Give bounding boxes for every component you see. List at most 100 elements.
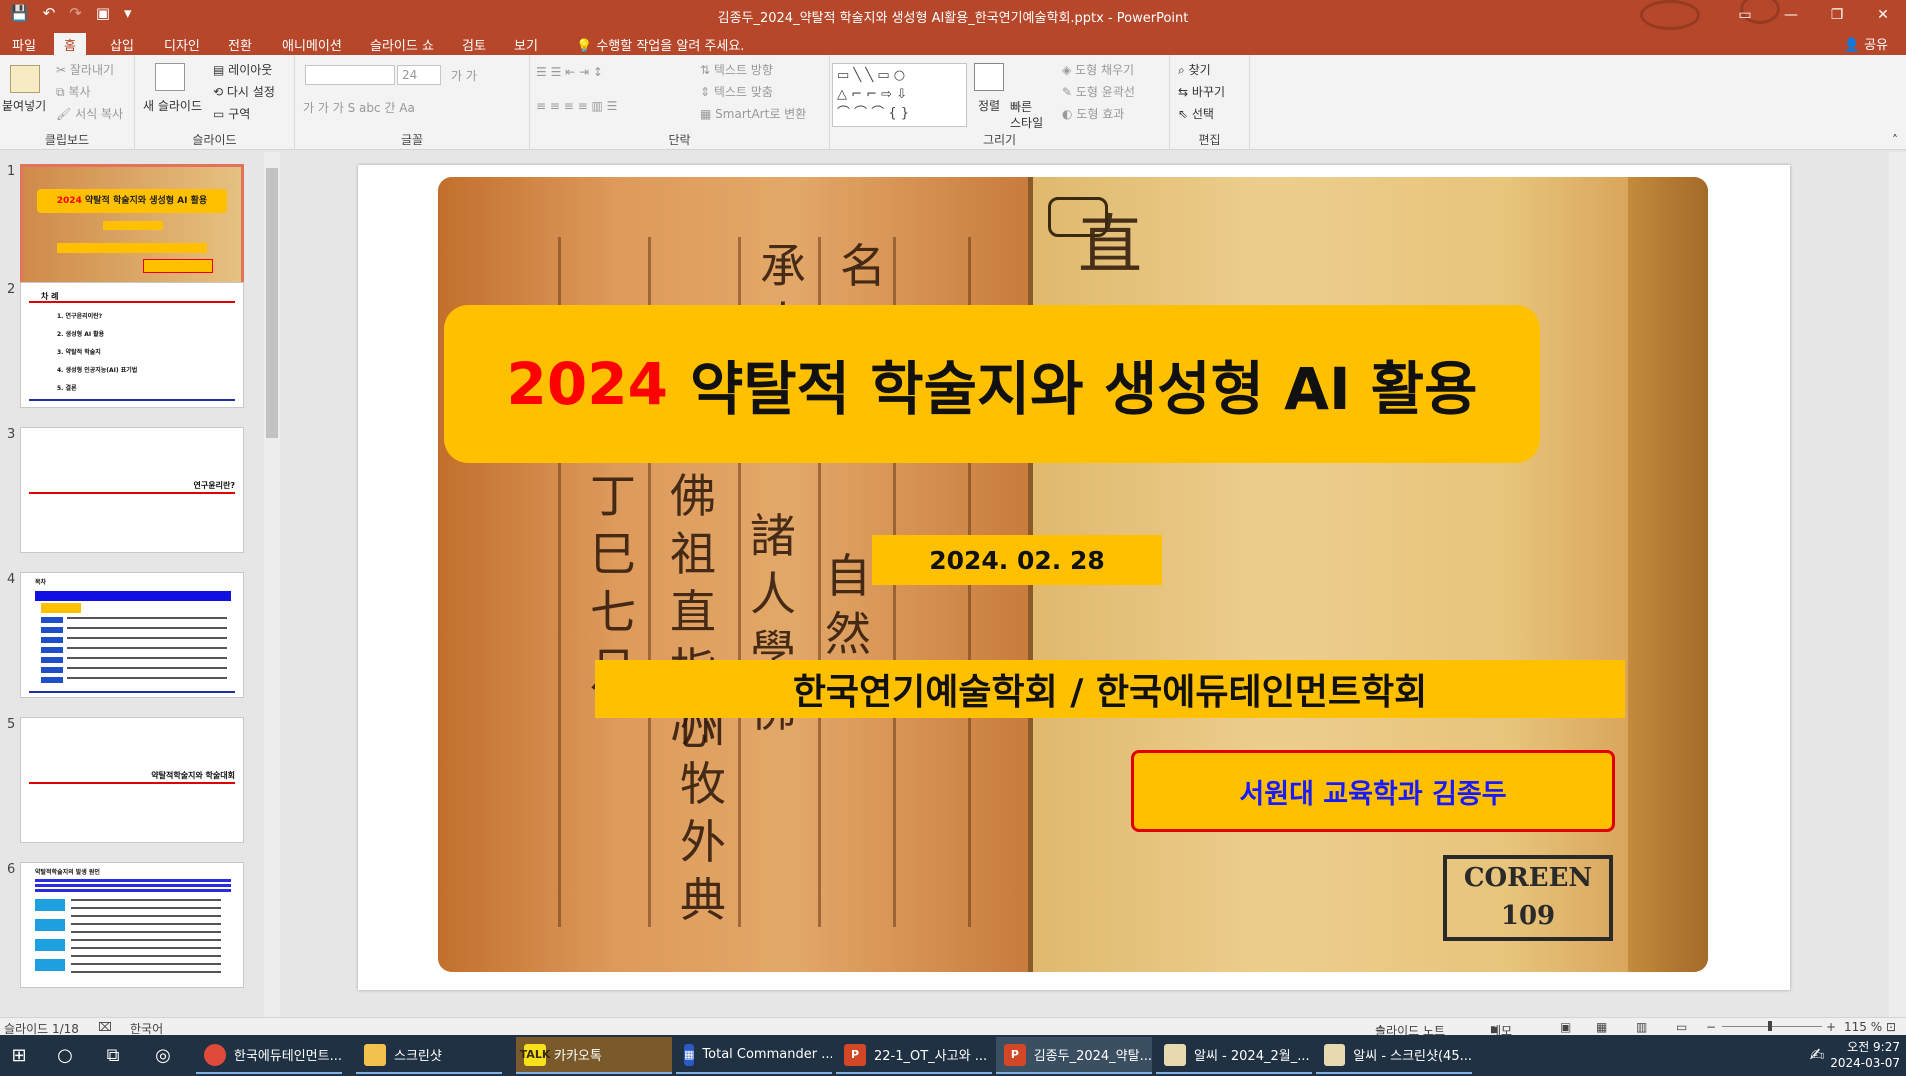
zoom-slider[interactable] [1722, 1026, 1822, 1027]
taskbar-item-label: 한국에듀테인먼트... [233, 1049, 342, 1064]
tab-view[interactable]: 보기 [504, 33, 548, 55]
slide-thumbnail-3[interactable]: 연구윤리란? [20, 427, 244, 553]
tab-file[interactable]: 파일 [2, 33, 46, 55]
taskbar-item-powerpoint[interactable]: P 22-1_OT_사고와 ... [836, 1037, 992, 1074]
shape-effects-button[interactable]: ◐ 도형 효과 [1062, 105, 1124, 122]
clipboard-label: 클립보드 [44, 133, 90, 147]
slide-title-box[interactable]: 2024 약탈적 학술지와 생성형 AI 활용 [444, 305, 1540, 463]
tab-insert[interactable]: 삽입 [100, 33, 144, 55]
shapes-gallery[interactable]: ▭ ╲ ╲ ▭ ○ △ ⌐ ⌐ ⇨ ⇩ ⌒ ⌒ ⌒ { } [832, 63, 967, 127]
section-icon: ▭ [213, 107, 225, 121]
zoom-in-icon[interactable]: + [1826, 1020, 1836, 1034]
font-style-icons[interactable]: 가 가 가 S abc 간 Aa [303, 99, 415, 116]
taskbar-item-label: 김종두_2024_약탈... [1033, 1049, 1152, 1064]
slide-thumbnail-1[interactable]: 2024 약탈적 학술지와 생성형 AI 활용 [20, 164, 244, 290]
font-name-box[interactable] [305, 65, 395, 85]
taskbar-item-chrome[interactable]: 한국에듀테인먼트... [196, 1037, 342, 1074]
align-text-button[interactable]: ⇕ 텍스트 맞춤 [700, 83, 773, 100]
slide-thumbnail-6[interactable]: 약탈적학술지의 발생 원인 [20, 862, 244, 988]
normal-view-icon[interactable]: ▣ [1560, 1020, 1571, 1034]
replace-button[interactable]: ⇆ 바꾸기 [1178, 83, 1225, 100]
align-icons[interactable]: ≡ ≡ ≡ ≡ ▥ ☰ [536, 99, 617, 113]
slide-title-text: 약탈적 학술지와 생성형 AI 활용 [689, 355, 1478, 423]
reading-view-icon[interactable]: ▥ [1636, 1020, 1647, 1034]
new-slide-icon[interactable] [155, 63, 185, 91]
slide-thumbnail-2[interactable]: 차 례 1. 연구윤리이란? 2. 생성형 AI 활용 3. 약탈적 학술지 4… [20, 282, 244, 408]
tell-me-box[interactable]: 💡 수행할 작업을 알려 주세요. [566, 33, 754, 55]
bullets-icon[interactable]: ☰ ☰ ⇤ ⇥ ↕ [536, 65, 603, 79]
find-button[interactable]: ⌕ 찾기 [1178, 61, 1211, 78]
zoom-out-icon[interactable]: − [1706, 1020, 1716, 1034]
cut-button[interactable]: ✂ 잘라내기 [56, 61, 114, 78]
taskbar-item-kakaotalk[interactable]: TALK 카카오톡 [516, 1037, 672, 1074]
windows-start-icon[interactable]: ⊞ [6, 1043, 32, 1069]
pen-icon[interactable]: ✍ [1804, 1043, 1830, 1069]
layout-button[interactable]: ▤ 레이아웃 [213, 61, 272, 78]
taskbar-item-folder[interactable]: 스크린샷 [356, 1037, 502, 1074]
reset-button[interactable]: ⟲ 다시 설정 [213, 83, 275, 100]
slide-organizations[interactable]: 한국연기예술학회 / 한국에듀테인먼트학회 [595, 660, 1625, 718]
select-button[interactable]: ⇖ 선택 [1178, 105, 1214, 122]
tab-slideshow[interactable]: 슬라이드 쇼 [360, 33, 444, 55]
edge-icon[interactable]: ◎ [150, 1043, 176, 1069]
fit-slide-icon[interactable]: ⊡ [1886, 1020, 1896, 1034]
slide-canvas[interactable]: 丁巳七月 佛祖直指心 承人 名 州牧外典 諸人學佛 自然心 直 2024 약탈적… [358, 165, 1790, 990]
format-painter-button[interactable]: 🖌 서식 복사 [56, 105, 123, 122]
editor-scrollbar[interactable] [1889, 152, 1906, 1017]
arrange-button[interactable]: 정렬 [978, 97, 1000, 114]
tab-transitions[interactable]: 전환 [218, 33, 262, 55]
reset-label: 다시 설정 [226, 85, 275, 99]
tab-design[interactable]: 디자인 [154, 33, 210, 55]
zoom-slider-thumb[interactable] [1768, 1021, 1772, 1031]
paste-button[interactable]: 붙여넣기 [2, 97, 46, 114]
shape-fill-button[interactable]: ◈ 도형 채우기 [1062, 61, 1134, 78]
font-size-box[interactable]: 24 [397, 65, 441, 85]
slide-date[interactable]: 2024. 02. 28 [872, 535, 1162, 585]
ribbon-display-icon[interactable]: ▭ [1722, 0, 1768, 30]
layout-icon: ▤ [213, 63, 225, 77]
collapse-ribbon-icon[interactable]: ˄ [1892, 133, 1898, 147]
restore-icon[interactable]: ❐ [1814, 0, 1860, 30]
section-button[interactable]: ▭ 구역 [213, 105, 250, 122]
ribbon: 붙여넣기 ✂ 잘라내기 ⧉ 복사 🖌 서식 복사 클립보드 새 슬라이드 ▤ 레… [0, 55, 1906, 150]
tab-review[interactable]: 검토 [452, 33, 496, 55]
tab-home[interactable]: 홈 [54, 33, 86, 55]
slideshow-view-icon[interactable]: ▭ [1676, 1020, 1687, 1034]
taskbar-item-powerpoint-active[interactable]: P 김종두_2024_약탈... [996, 1037, 1152, 1074]
clock-date: 2024-03-07 [1830, 1056, 1900, 1070]
smartart-button[interactable]: ▦ SmartArt로 변환 [700, 105, 806, 122]
slide-thumbnail-4[interactable]: 목차 [20, 572, 244, 698]
thumbnail-scrollbar-thumb[interactable] [266, 168, 278, 438]
system-clock[interactable]: 오전 9:27 2024-03-07 [1830, 1039, 1900, 1071]
slide-thumbnail-5[interactable]: 약탈적학술지와 학술대회 [20, 717, 244, 843]
thumb4-labels [41, 617, 63, 687]
thumb2-bottom-rule [29, 399, 235, 401]
close-icon[interactable]: ✕ [1860, 0, 1906, 30]
task-view-icon[interactable]: ⧉ [100, 1043, 126, 1069]
ribbon-tabs: 파일 홈 삽입 디자인 전환 애니메이션 슬라이드 쇼 검토 보기 💡 수행할 … [0, 30, 1906, 55]
quick-styles-button[interactable]: 빠른 스타일 [1010, 99, 1043, 131]
minimize-icon[interactable]: — [1768, 0, 1814, 30]
zoom-level[interactable]: 115 % [1844, 1020, 1882, 1034]
share-button[interactable]: 👤 공유 [1844, 34, 1888, 53]
arrange-icon[interactable] [974, 63, 1004, 91]
thumb4-blue-bar [35, 591, 231, 601]
tab-animations[interactable]: 애니메이션 [272, 33, 352, 55]
slide-author-scroll[interactable]: 서원대 교육학과 김종두 [1131, 750, 1615, 832]
copy-button[interactable]: ⧉ 복사 [56, 83, 91, 100]
shape-outline-button[interactable]: ✎ 도형 윤곽선 [1062, 83, 1135, 100]
taskbar-item-total-commander[interactable]: ▦ Total Commander ... [676, 1037, 832, 1074]
new-slide-button[interactable]: 새 슬라이드 [143, 97, 202, 114]
paste-icon[interactable] [10, 65, 40, 93]
spellcheck-icon[interactable]: ⌧ [98, 1020, 112, 1034]
thumb2-item: 2. 생성형 AI 활용 [57, 331, 105, 338]
taskbar-item-alsee-2[interactable]: 알씨 - 스크린샷(45... [1316, 1037, 1472, 1074]
search-icon[interactable]: ○ [52, 1043, 78, 1069]
font-grow-icon[interactable]: 가 가 [451, 67, 477, 84]
text-direction-button[interactable]: ⇅ 텍스트 방향 [700, 61, 773, 78]
thumb2-item: 3. 약탈적 학술지 [57, 349, 101, 356]
section-label: 구역 [228, 107, 251, 121]
taskbar-item-alsee[interactable]: 알씨 - 2024_2월_... [1156, 1037, 1312, 1074]
slide-sorter-icon[interactable]: ▦ [1596, 1020, 1607, 1034]
slide-title-year: 2024 [506, 350, 668, 418]
